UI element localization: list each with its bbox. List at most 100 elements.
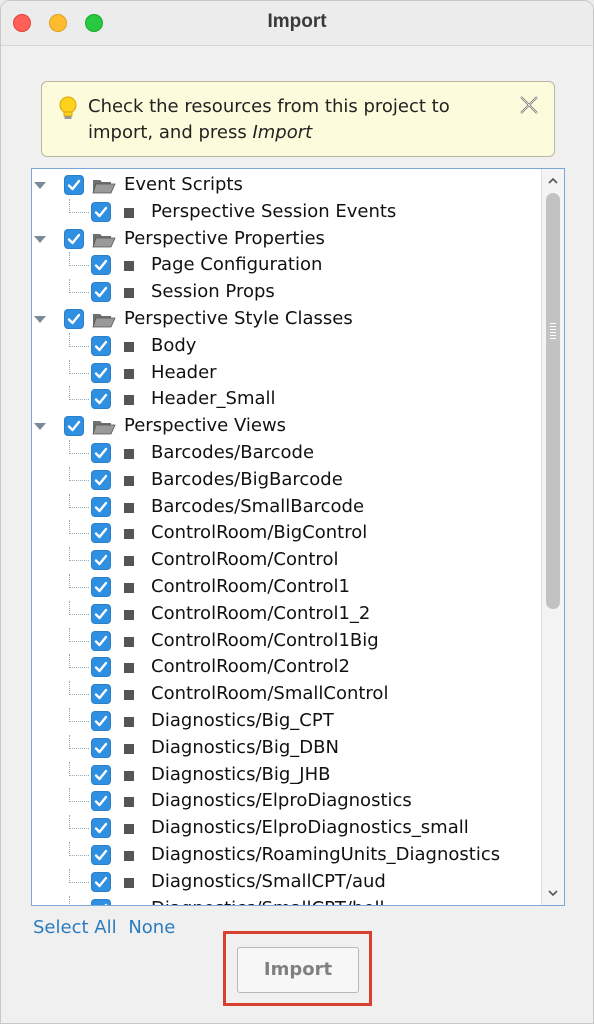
resource-icon (124, 797, 134, 808)
import-button[interactable]: Import (237, 947, 359, 993)
item-checkbox[interactable] (91, 737, 111, 758)
tree-item-label: ControlRoom/Control1_2 (151, 602, 371, 624)
tree-item-row[interactable]: ControlRoom/Control1 (32, 573, 540, 601)
hint-emphasis: Import (252, 122, 313, 143)
tree-item-label: Barcodes/Barcode (151, 441, 315, 463)
tree-scrollbar[interactable] (541, 169, 564, 905)
tree-item-label: Body (151, 334, 197, 356)
item-checkbox[interactable] (91, 603, 111, 624)
hint-box: Check the resources from this project to… (41, 81, 555, 157)
scroll-up-arrow-icon[interactable] (547, 175, 559, 187)
scrollbar-thumb[interactable] (546, 193, 560, 609)
resource-icon (124, 261, 134, 272)
tree-item-row[interactable]: Diagnostics/RoamingUnits_Diagnostics (32, 841, 540, 869)
tree-item-row[interactable]: ControlRoom/Control1Big (32, 627, 540, 655)
tree-item-label: Session Props (151, 281, 275, 303)
item-checkbox[interactable] (91, 791, 111, 812)
tree-item-row[interactable]: Header (32, 359, 540, 387)
tree-item-row[interactable]: Diagnostics/Big_DBN (32, 734, 540, 762)
tree-item-label: ControlRoom/Control (151, 549, 339, 571)
close-hint-icon[interactable] (518, 94, 540, 120)
resource-icon (124, 770, 134, 781)
resource-icon (124, 556, 134, 567)
group-checkbox[interactable] (64, 175, 84, 195)
resource-icon (124, 609, 134, 620)
tree-item-row[interactable]: Header_Small (32, 386, 540, 413)
expand-arrow-icon[interactable] (34, 182, 46, 189)
item-checkbox[interactable] (91, 469, 111, 490)
tree-item-row[interactable]: Barcodes/SmallBarcode (32, 493, 540, 521)
tree-item-label: Diagnostics/SmallCPT/aud (151, 870, 386, 892)
tree-item-label: ControlRoom/Control1 (151, 575, 350, 597)
tree-item-row[interactable]: ControlRoom/Control2 (32, 654, 540, 681)
item-checkbox[interactable] (91, 255, 111, 276)
tree-item-row[interactable]: Session Props (32, 279, 540, 306)
tree-item-label: Page Configuration (151, 254, 323, 276)
tree-item-row[interactable]: Perspective Session Events (32, 198, 540, 226)
item-checkbox[interactable] (91, 496, 111, 517)
tree-item-row[interactable]: Barcodes/Barcode (32, 439, 540, 467)
tree-item-row[interactable]: ControlRoom/SmallControl (32, 681, 540, 708)
item-checkbox[interactable] (91, 898, 111, 905)
resource-tree-rows: Event Scripts Perspective Session Events P… (32, 172, 540, 905)
resource-icon (124, 824, 134, 835)
tree-item-row[interactable]: Page Configuration (32, 252, 540, 279)
resource-icon (124, 475, 134, 486)
resource-tree[interactable]: Event Scripts Perspective Session Events P… (31, 168, 565, 906)
resource-icon (124, 207, 134, 218)
resource-icon (124, 743, 134, 754)
item-checkbox[interactable] (91, 576, 111, 597)
select-none-link[interactable]: None (128, 917, 175, 938)
item-checkbox[interactable] (91, 523, 111, 544)
item-checkbox[interactable] (91, 818, 111, 839)
item-checkbox[interactable] (91, 335, 111, 356)
tree-item-row[interactable]: Diagnostics/SmallCPT/aud (32, 868, 540, 896)
group-checkbox[interactable] (64, 416, 84, 437)
item-checkbox[interactable] (91, 684, 111, 705)
item-checkbox[interactable] (91, 550, 111, 571)
tree-item-row[interactable]: Diagnostics/Big_JHB (32, 761, 540, 789)
group-checkbox[interactable] (64, 228, 84, 249)
tree-item-row[interactable]: ControlRoom/BigControl (32, 520, 540, 547)
tree-group-row[interactable]: Event Scripts (32, 172, 540, 199)
item-checkbox[interactable] (91, 201, 111, 222)
tree-item-label: Diagnostics/ElproDiagnostics_small (151, 817, 469, 839)
item-checkbox[interactable] (91, 657, 111, 678)
resource-icon (124, 502, 134, 513)
expand-arrow-icon[interactable] (34, 235, 46, 243)
tree-item-row[interactable]: ControlRoom/Control (32, 547, 540, 574)
select-all-link[interactable]: Select All (33, 917, 117, 938)
tree-item-row[interactable]: Diagnostics/SmallCPT/bell (32, 895, 540, 905)
resource-icon (124, 663, 134, 674)
tree-group-row[interactable]: Perspective Properties (32, 226, 540, 253)
item-checkbox[interactable] (91, 764, 111, 785)
item-checkbox[interactable] (91, 630, 111, 651)
tree-item-row[interactable]: Diagnostics/Big_CPT (32, 707, 540, 735)
scroll-down-arrow-icon[interactable] (547, 887, 559, 899)
item-checkbox[interactable] (91, 710, 111, 731)
lightbulb-icon (58, 96, 78, 126)
tree-item-row[interactable]: ControlRoom/Control1_2 (32, 600, 540, 628)
resource-icon (124, 395, 134, 406)
tree-item-row[interactable]: Barcodes/BigBarcode (32, 466, 540, 494)
folder-icon (92, 177, 116, 199)
item-checkbox[interactable] (91, 844, 111, 865)
item-checkbox[interactable] (91, 282, 111, 303)
tree-group-row[interactable]: Perspective Views (32, 413, 540, 440)
resource-icon (124, 850, 134, 861)
item-checkbox[interactable] (91, 362, 111, 383)
group-checkbox[interactable] (64, 308, 84, 329)
hint-text: Check the resources from this project to… (88, 94, 508, 146)
expand-arrow-icon[interactable] (34, 423, 46, 431)
item-checkbox[interactable] (91, 871, 111, 892)
tree-group-row[interactable]: Perspective Style Classes (32, 306, 540, 333)
item-checkbox[interactable] (91, 442, 111, 463)
resource-icon (124, 529, 134, 540)
tree-item-row[interactable]: Diagnostics/ElproDiagnostics (32, 788, 540, 815)
tree-item-label: Diagnostics/Big_DBN (151, 736, 339, 758)
title-bar: Import (1, 1, 593, 46)
item-checkbox[interactable] (91, 389, 111, 410)
expand-arrow-icon[interactable] (34, 315, 46, 323)
tree-item-row[interactable]: Body (32, 332, 540, 360)
tree-item-row[interactable]: Diagnostics/ElproDiagnostics_small (32, 815, 540, 842)
